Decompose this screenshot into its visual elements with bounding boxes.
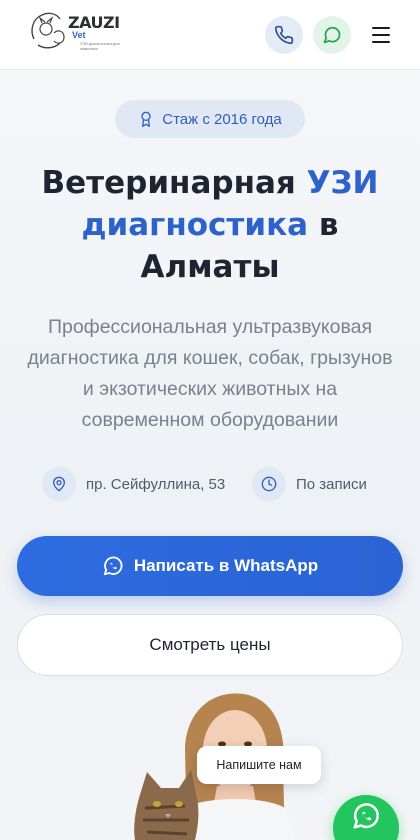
location-pin-icon <box>42 467 76 501</box>
schedule-text: По записи <box>296 475 367 493</box>
chat-prompt-bubble[interactable]: Напишите нам <box>197 746 321 784</box>
phone-icon <box>274 25 294 45</box>
logo-tagline: УЗИ диагностика для животных <box>80 41 120 51</box>
address-text: пр. Сейфуллина, 53 <box>86 475 226 493</box>
whatsapp-icon <box>353 803 379 829</box>
whatsapp-floating-button[interactable] <box>333 795 399 840</box>
award-icon <box>141 111 151 127</box>
chat-bubble-icon <box>323 26 341 44</box>
chat-prompt-text: Напишите нам <box>216 758 302 772</box>
site-header: ZAUZI Vet УЗИ диагностика для животных <box>0 0 420 70</box>
logo[interactable]: ZAUZI Vet УЗИ диагностика для животных <box>28 9 124 55</box>
menu-line-icon <box>372 27 390 29</box>
address-info: пр. Сейфуллина, 53 <box>42 466 225 502</box>
whatsapp-cta-label: Написать в WhatsApp <box>133 556 319 575</box>
whatsapp-cta-button[interactable]: Написать в WhatsApp <box>17 536 403 596</box>
clock-icon <box>252 467 286 501</box>
title-part-1: Ветеринарная <box>41 165 307 201</box>
hero-subtitle: Профессиональная ультразвуковая диагност… <box>27 316 393 431</box>
whatsapp-icon <box>103 556 123 576</box>
menu-line-icon <box>372 34 390 36</box>
menu-line-icon <box>372 41 390 43</box>
schedule-info: По записи <box>252 466 367 502</box>
call-button[interactable] <box>265 16 303 54</box>
page-title: Ветеринарная УЗИ диагностика в Алматы <box>20 162 400 288</box>
view-prices-button[interactable]: Смотреть цены <box>17 614 403 676</box>
experience-badge-label: Стаж с 2016 года <box>162 110 282 128</box>
hamburger-menu-button[interactable] <box>368 24 394 46</box>
experience-badge: Стаж с 2016 года <box>115 100 305 138</box>
view-prices-label: Смотреть цены <box>149 635 271 654</box>
whatsapp-header-button[interactable] <box>313 16 351 54</box>
logo-subtext: Vet <box>72 30 86 40</box>
